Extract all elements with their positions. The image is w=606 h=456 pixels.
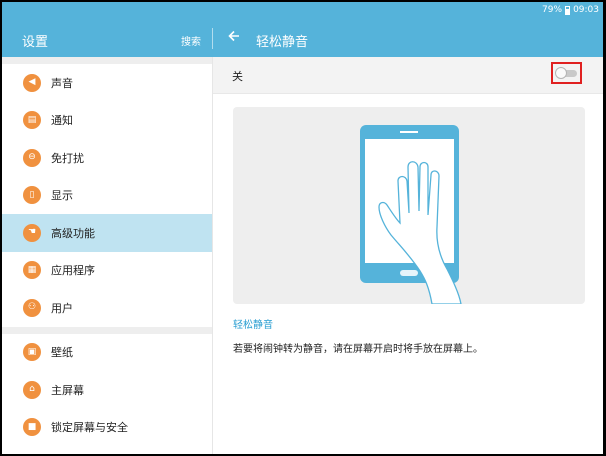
- switch-state-label: 关: [232, 70, 243, 83]
- easy-mute-illustration: [233, 107, 585, 305]
- lock-icon: ■: [23, 418, 41, 437]
- sidebar-item[interactable]: ⌂ 主屏幕: [2, 371, 212, 409]
- users-icon: ⚇: [23, 298, 41, 317]
- sidebar-group: ▣ 壁纸 ⌂ 主屏幕 ■ 锁定屏幕与安全: [2, 334, 212, 447]
- display-icon: ▯: [23, 186, 41, 205]
- status-time: 09:03: [573, 5, 599, 15]
- advanced-features-icon: ☚: [23, 223, 41, 242]
- settings-title: 设置: [22, 35, 49, 50]
- volume-icon: ◀: [23, 73, 41, 92]
- arrow-left-icon[interactable]: [228, 28, 240, 46]
- sidebar-item[interactable]: ⊖ 免打扰: [2, 139, 212, 177]
- sidebar-item[interactable]: ▤ 通知: [2, 102, 212, 140]
- search-button[interactable]: 搜索: [181, 33, 201, 48]
- sidebar-item-label: 主屏幕: [51, 383, 84, 397]
- battery-level: 79%: [542, 5, 563, 15]
- sidebar-item-label: 锁定屏幕与安全: [51, 421, 128, 435]
- sidebar-item-label: 声音: [51, 76, 73, 90]
- wallpaper-icon: ▣: [23, 343, 41, 362]
- sidebar-item[interactable]: ▯ 显示: [2, 177, 212, 215]
- sidebar-item[interactable]: ☚ 高级功能: [2, 214, 212, 252]
- sidebar-item[interactable]: ▦ 应用程序: [2, 252, 212, 290]
- sidebar-item-label: 高级功能: [51, 226, 95, 240]
- app-bar: 设置 搜索 轻松静音: [2, 20, 603, 57]
- group-separator: [2, 57, 212, 64]
- sidebar-item[interactable]: ■ 锁定屏幕与安全: [2, 409, 212, 447]
- do-not-disturb-icon: ⊖: [23, 148, 41, 167]
- toggle-thumb: [554, 66, 567, 79]
- home-icon: ⌂: [23, 380, 41, 399]
- sidebar-item-label: 用户: [51, 301, 73, 315]
- header-divider: [212, 28, 213, 49]
- easy-mute-toggle[interactable]: [551, 62, 582, 84]
- sidebar-item[interactable]: ⚇ 用户: [2, 289, 212, 327]
- group-separator: [2, 326, 212, 334]
- sidebar-item-label: 免打扰: [51, 151, 84, 165]
- status-bar: 79% 09:03: [2, 2, 603, 20]
- master-switch-row[interactable]: 关: [213, 57, 603, 94]
- toggle-track: [554, 66, 577, 79]
- sidebar-item-label: 应用程序: [51, 264, 95, 278]
- sidebar-item[interactable]: ◀ 声音: [2, 64, 212, 102]
- settings-window: 79% 09:03 设置 搜索 轻松静音 ◀ 声音 ▤ 通知 ⊖ 免打扰 ▯ 显示 ☚ 高级功能 ▦…: [2, 2, 603, 454]
- sidebar-group: ◀ 声音 ▤ 通知 ⊖ 免打扰 ▯ 显示 ☚ 高级功能 ▦ 应用程序 ⚇ 用户: [2, 64, 212, 327]
- sidebar-item[interactable]: ▣ 壁纸: [2, 334, 212, 372]
- sidebar-item-label: 壁纸: [51, 346, 73, 360]
- page-title: 轻松静音: [256, 35, 309, 50]
- sidebar-item-label: 通知: [51, 114, 73, 128]
- detail-pane: 关 轻松静音 若要将闹钟转为静音，请在屏幕开启时将手放在屏幕上。: [213, 57, 603, 454]
- feature-heading: 轻松静音: [233, 320, 273, 331]
- settings-sidebar: ◀ 声音 ▤ 通知 ⊖ 免打扰 ▯ 显示 ☚ 高级功能 ▦ 应用程序 ⚇ 用户 ▣ 壁纸 ⌂ 主屏幕 ■ 锁定屏幕与…: [2, 57, 213, 454]
- notification-icon: ▤: [23, 111, 41, 130]
- apps-icon: ▦: [23, 261, 41, 280]
- sidebar-item-label: 显示: [51, 189, 73, 203]
- battery-icon: [565, 5, 571, 15]
- feature-description: 若要将闹钟转为静音，请在屏幕开启时将手放在屏幕上。: [233, 344, 483, 355]
- hand-over-tablet-image: [360, 125, 462, 305]
